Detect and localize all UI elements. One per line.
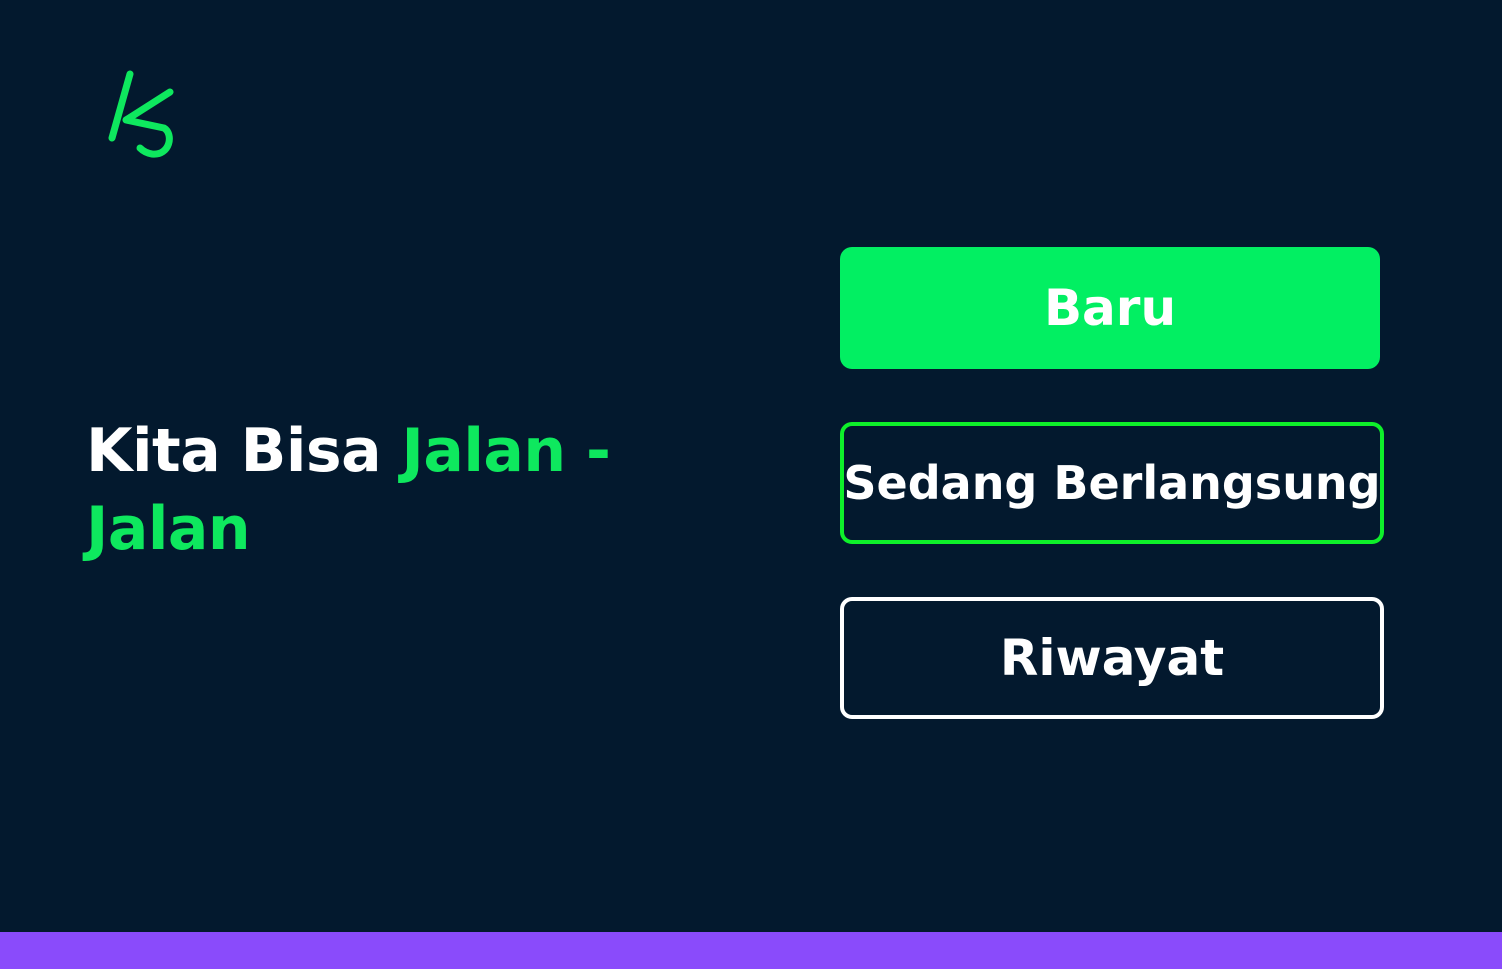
home-screen: Kita Bisa Jalan - Jalan Baru Sedang Berl… <box>0 0 1502 969</box>
ks-monogram-logo <box>108 70 174 158</box>
tagline-heading: Kita Bisa Jalan - Jalan <box>86 412 646 568</box>
footer-bar <box>0 932 1502 969</box>
history-button[interactable]: Riwayat <box>840 597 1384 719</box>
ongoing-button[interactable]: Sedang Berlangsung <box>840 422 1384 544</box>
tagline-text: Kita Bisa <box>86 416 402 486</box>
new-button[interactable]: Baru <box>840 247 1380 369</box>
